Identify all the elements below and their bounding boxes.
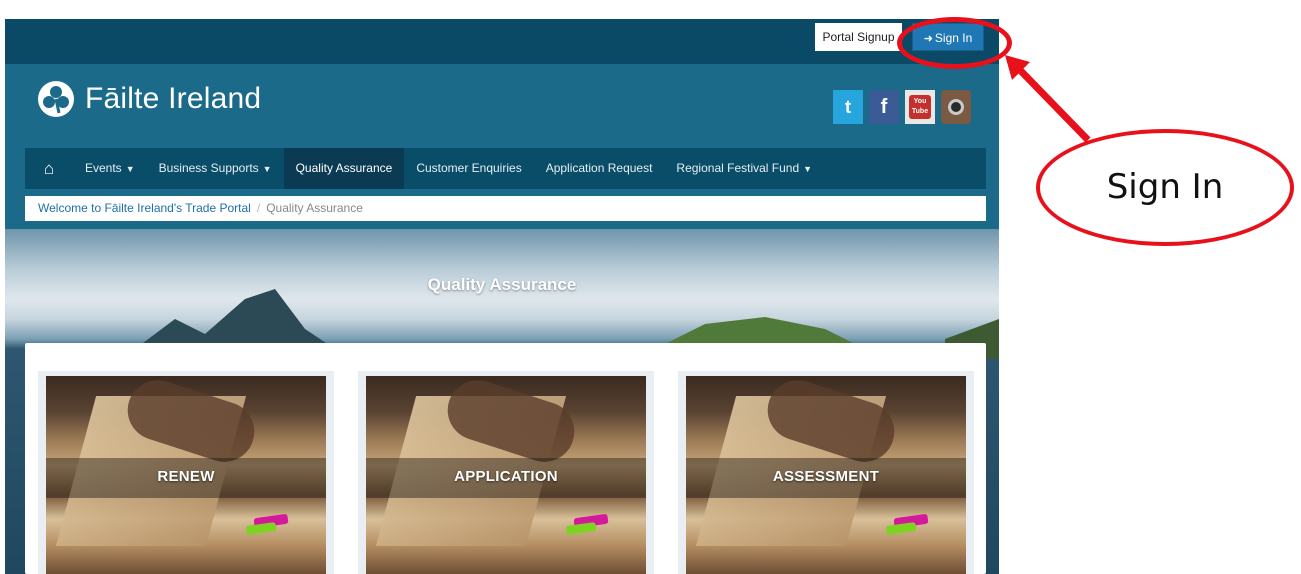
- caret-down-icon: ▼: [125, 164, 135, 174]
- youtube-icon[interactable]: You Tube: [905, 90, 935, 124]
- nav-item-application-request[interactable]: Application Request: [534, 148, 665, 189]
- nav-item-customer-enquiries[interactable]: Customer Enquiries: [404, 148, 533, 189]
- portal-page: Portal Signup ➜ Sign In Fāilte Ireland t …: [5, 19, 999, 574]
- breadcrumb-home-link[interactable]: Welcome to Fāilte Ireland's Trade Portal: [38, 201, 251, 215]
- card-renew[interactable]: RENEW: [38, 371, 334, 574]
- nav-item-events[interactable]: Events ▼: [73, 148, 147, 189]
- facebook-icon[interactable]: f: [869, 90, 899, 124]
- card-assessment[interactable]: ASSESSMENT: [678, 371, 974, 574]
- nav-item-regional-festival-fund[interactable]: Regional Festival Fund ▼: [664, 148, 824, 189]
- card-label: ASSESSMENT: [772, 468, 880, 485]
- caret-down-icon: ▼: [803, 164, 813, 174]
- breadcrumb-current: Quality Assurance: [266, 201, 363, 215]
- card-label: RENEW: [157, 468, 215, 485]
- main-nav: ⌂ Events ▼ Business Supports ▼ Quality Ass…: [25, 148, 986, 189]
- card-image: APPLICATION: [366, 376, 646, 574]
- home-icon[interactable]: ⌂: [25, 148, 73, 189]
- logo-text: Fāilte Ireland: [85, 82, 262, 115]
- card-label: APPLICATION: [454, 468, 558, 485]
- annotation-highlight-circle: [897, 17, 1012, 69]
- instagram-icon[interactable]: [941, 90, 971, 124]
- logo[interactable]: Fāilte Ireland: [37, 80, 261, 118]
- portal-signup-button[interactable]: Portal Signup: [815, 23, 902, 51]
- breadcrumb-separator: /: [256, 201, 261, 215]
- card-application[interactable]: APPLICATION: [358, 371, 654, 574]
- top-bar: Portal Signup ➜ Sign In: [5, 19, 999, 64]
- card-image: RENEW: [46, 376, 326, 574]
- shamrock-logo-icon: [38, 81, 74, 117]
- card-image: ASSESSMENT: [686, 376, 966, 574]
- nav-item-business-supports[interactable]: Business Supports ▼: [147, 148, 284, 189]
- caret-down-icon: ▼: [262, 164, 272, 174]
- twitter-icon[interactable]: t: [833, 90, 863, 124]
- site-header: Fāilte Ireland t f You Tube: [5, 64, 999, 148]
- content-panel: RENEW APPLICATION ASSESSMENT: [25, 343, 986, 574]
- social-links: t f You Tube: [833, 90, 971, 124]
- breadcrumb: Welcome to Fāilte Ireland's Trade Portal…: [25, 196, 986, 221]
- nav-item-quality-assurance[interactable]: Quality Assurance: [283, 148, 405, 189]
- hero-title: Quality Assurance: [427, 275, 577, 294]
- annotation-callout-text: Sign In: [1106, 167, 1224, 207]
